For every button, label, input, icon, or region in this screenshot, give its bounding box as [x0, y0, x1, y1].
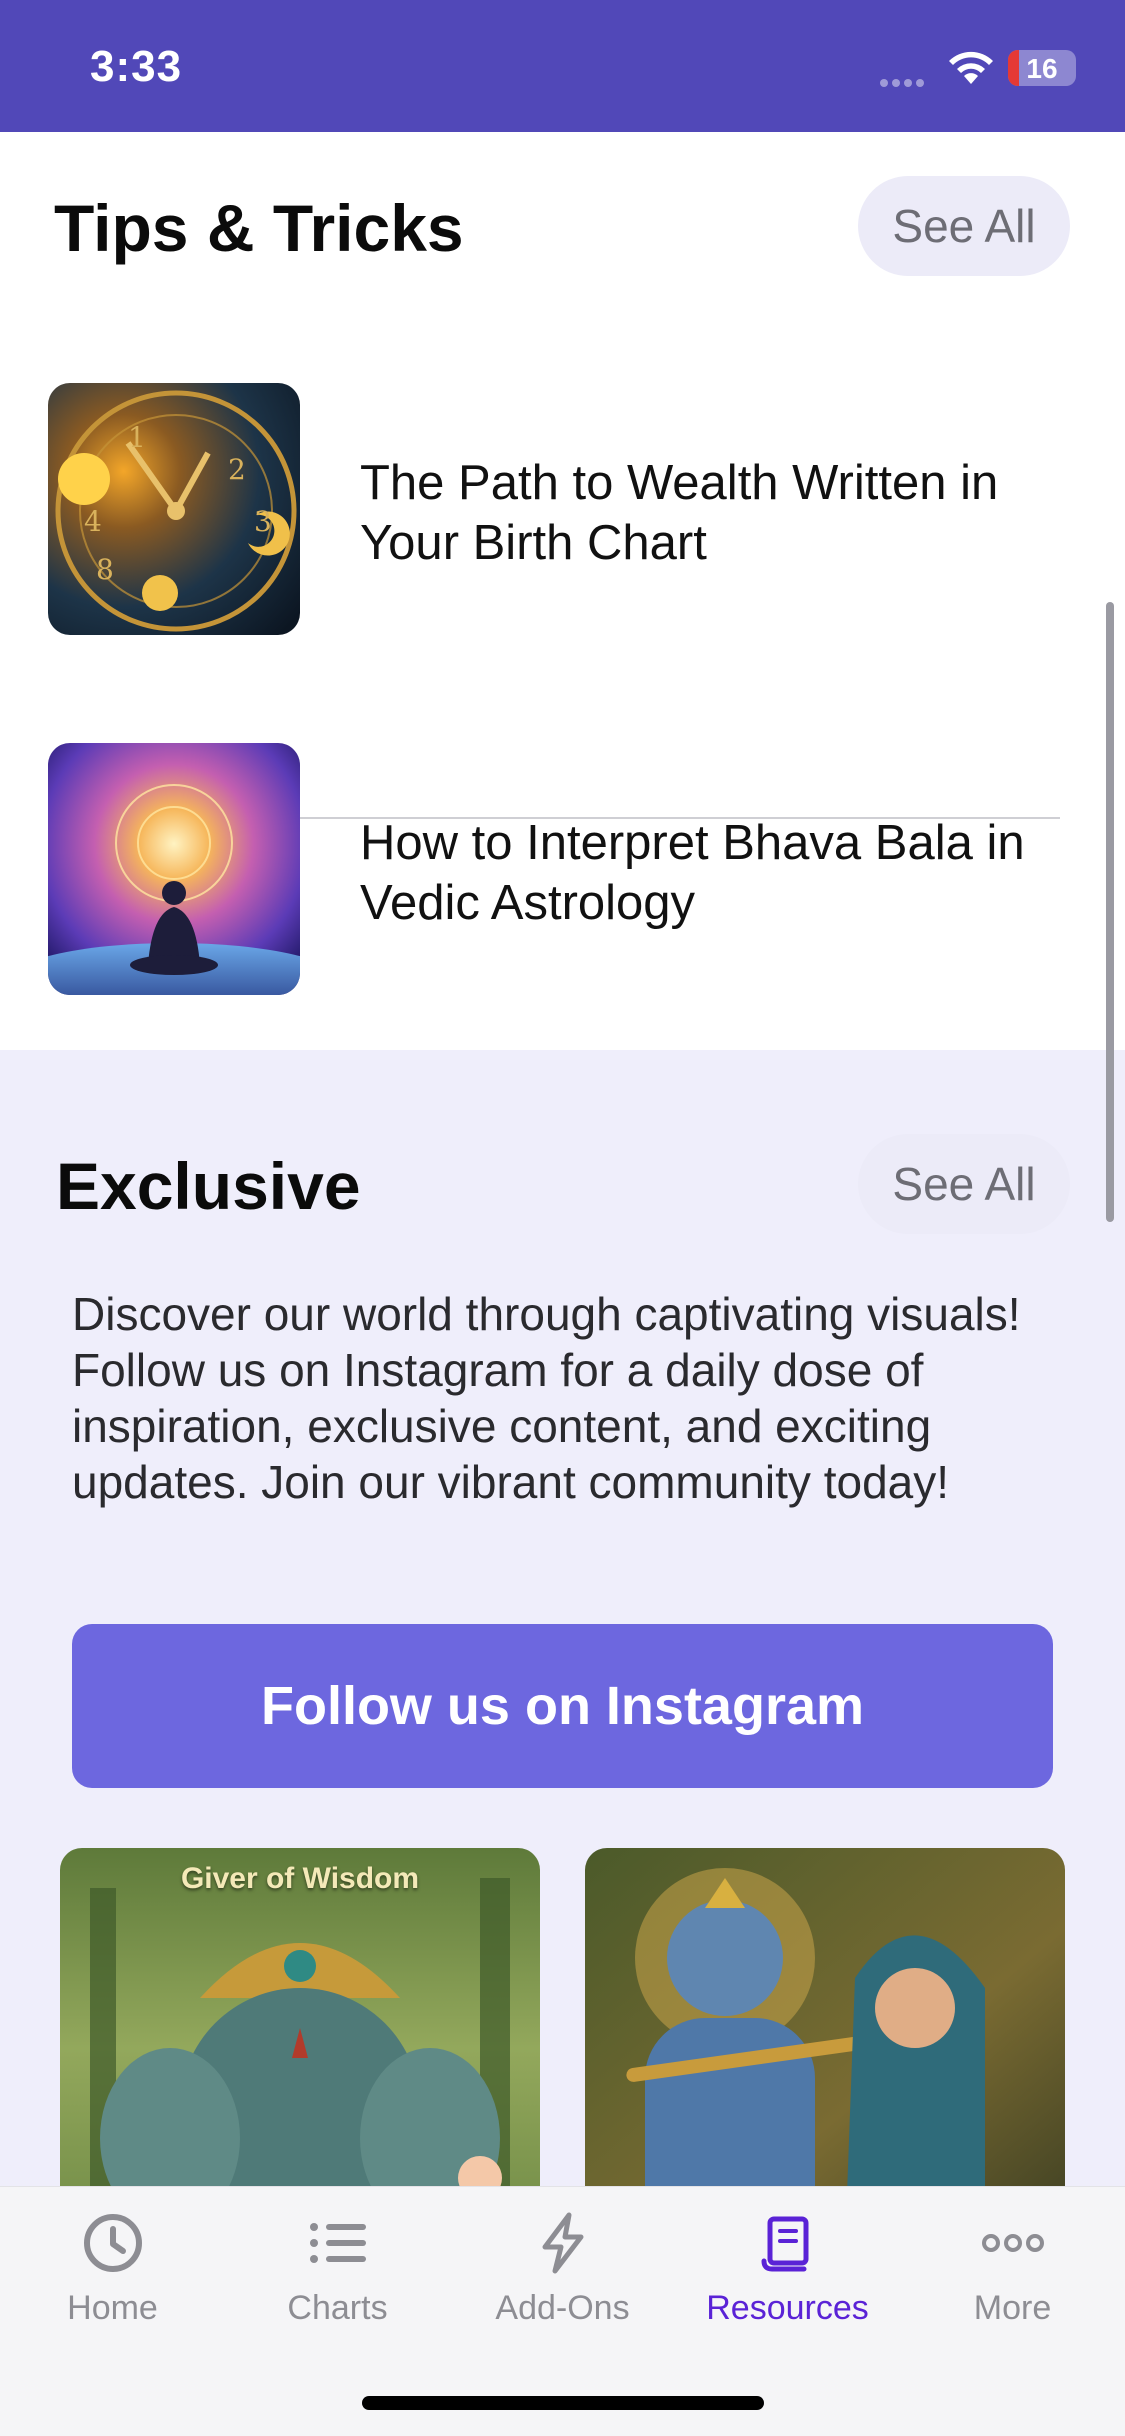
tab-label: Charts [287, 2289, 388, 2327]
tips-see-all-button[interactable]: See All [858, 176, 1070, 276]
svg-text:8: 8 [96, 553, 114, 586]
svg-text:1: 1 [128, 421, 146, 454]
tip-item-bhava-bala[interactable]: How to Interpret Bhava Bala in Vedic Ast… [48, 743, 1088, 995]
card-caption: Giver of Wisdom [180, 1862, 420, 1895]
ganesha-image[interactable]: Giver of Wisdom [60, 1848, 540, 2186]
exclusive-title: Exclusive [56, 1149, 361, 1223]
tip-title: The Path to Wealth Written in Your Birth… [360, 456, 999, 570]
tab-add-ons[interactable]: Add-Ons [450, 2209, 675, 2359]
tips-title: Tips & Tricks [54, 191, 464, 265]
tab-label: Resources [706, 2289, 869, 2327]
exclusive-see-all-button[interactable]: See All [858, 1134, 1070, 1234]
exclusive-description: Discover our world through captivating v… [72, 1288, 1021, 1508]
meditation-cosmos-image [48, 743, 300, 995]
clock-icon [83, 2214, 142, 2272]
krishna-radha-image[interactable] [585, 1848, 1065, 2186]
scrollbar[interactable] [1106, 602, 1114, 1222]
wifi-icon [949, 51, 993, 84]
tab-label: More [973, 2289, 1052, 2327]
svg-text:2: 2 [228, 453, 246, 486]
tab-resources[interactable]: Resources [675, 2209, 900, 2359]
clock-astrology-image: 1 2 3 4 8 [48, 383, 300, 635]
home-indicator [362, 2396, 764, 2410]
list-icon [309, 2223, 366, 2263]
tip-title: How to Interpret Bhava Bala in Vedic Ast… [360, 816, 1025, 930]
battery-icon: 16 [1008, 50, 1076, 86]
document-icon [761, 2216, 808, 2272]
status-time: 3:33 [90, 42, 183, 91]
battery-level: 16 [1026, 53, 1058, 84]
ellipsis-icon [981, 2234, 1044, 2252]
tips-section: Tips & Tricks See All 1 2 3 4 8 The Path… [0, 132, 1125, 1050]
follow-instagram-button[interactable]: Follow us on Instagram [72, 1624, 1053, 1788]
status-bar: 3:33 16 [0, 0, 1125, 132]
exclusive-section: Exclusive See All Discover our world thr… [0, 1050, 1125, 2186]
signal-dots-icon [880, 74, 930, 87]
svg-text:3: 3 [254, 505, 272, 538]
tab-label: Add-Ons [495, 2289, 630, 2327]
tab-label: Home [67, 2289, 158, 2327]
svg-text:4: 4 [84, 505, 102, 538]
tab-charts[interactable]: Charts [225, 2209, 450, 2359]
tab-home[interactable]: Home [0, 2209, 225, 2359]
tip-item-wealth[interactable]: 1 2 3 4 8 The Path to Wealth Written in … [48, 383, 1088, 635]
tab-more[interactable]: More [900, 2209, 1125, 2359]
bolt-icon [542, 2212, 583, 2274]
